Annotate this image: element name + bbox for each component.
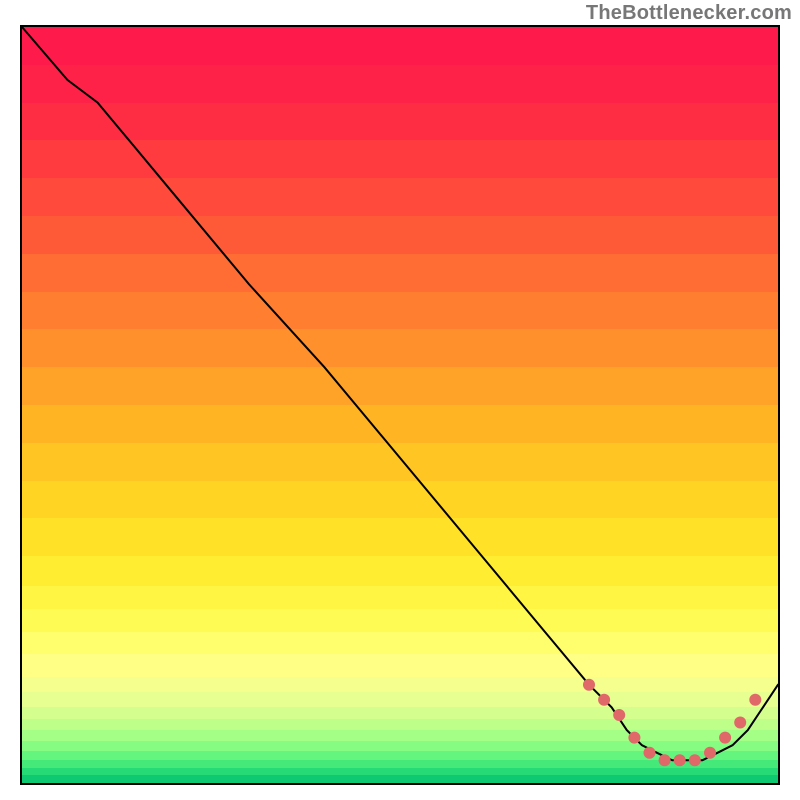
gradient-band [22, 707, 778, 719]
gradient-band [22, 27, 778, 65]
chart-plot-area [20, 25, 780, 785]
gradient-band [22, 518, 778, 556]
gradient-band [22, 741, 778, 751]
gradient-band [22, 405, 778, 443]
gradient-band [22, 103, 778, 141]
gradient-band [22, 481, 778, 519]
gradient-band [22, 692, 778, 708]
gradient-band [22, 443, 778, 481]
gradient-band [22, 65, 778, 103]
gradient-band [22, 329, 778, 367]
gradient-band [22, 178, 778, 216]
gradient-band [22, 654, 778, 677]
gradient-band [22, 609, 778, 632]
gradient-band [22, 216, 778, 254]
chart-frame: TheBottlenecker.com [0, 0, 800, 800]
gradient-band [22, 677, 778, 693]
gradient-band [22, 730, 778, 742]
gradient-band [22, 254, 778, 292]
gradient-band [22, 775, 778, 783]
gradient-band [22, 367, 778, 405]
gradient-band [22, 140, 778, 178]
gradient-band [22, 719, 778, 731]
gradient-band [22, 292, 778, 330]
gradient-band [22, 632, 778, 655]
gradient-band [22, 556, 778, 587]
source-label: TheBottlenecker.com [586, 2, 792, 25]
gradient-band [22, 586, 778, 609]
